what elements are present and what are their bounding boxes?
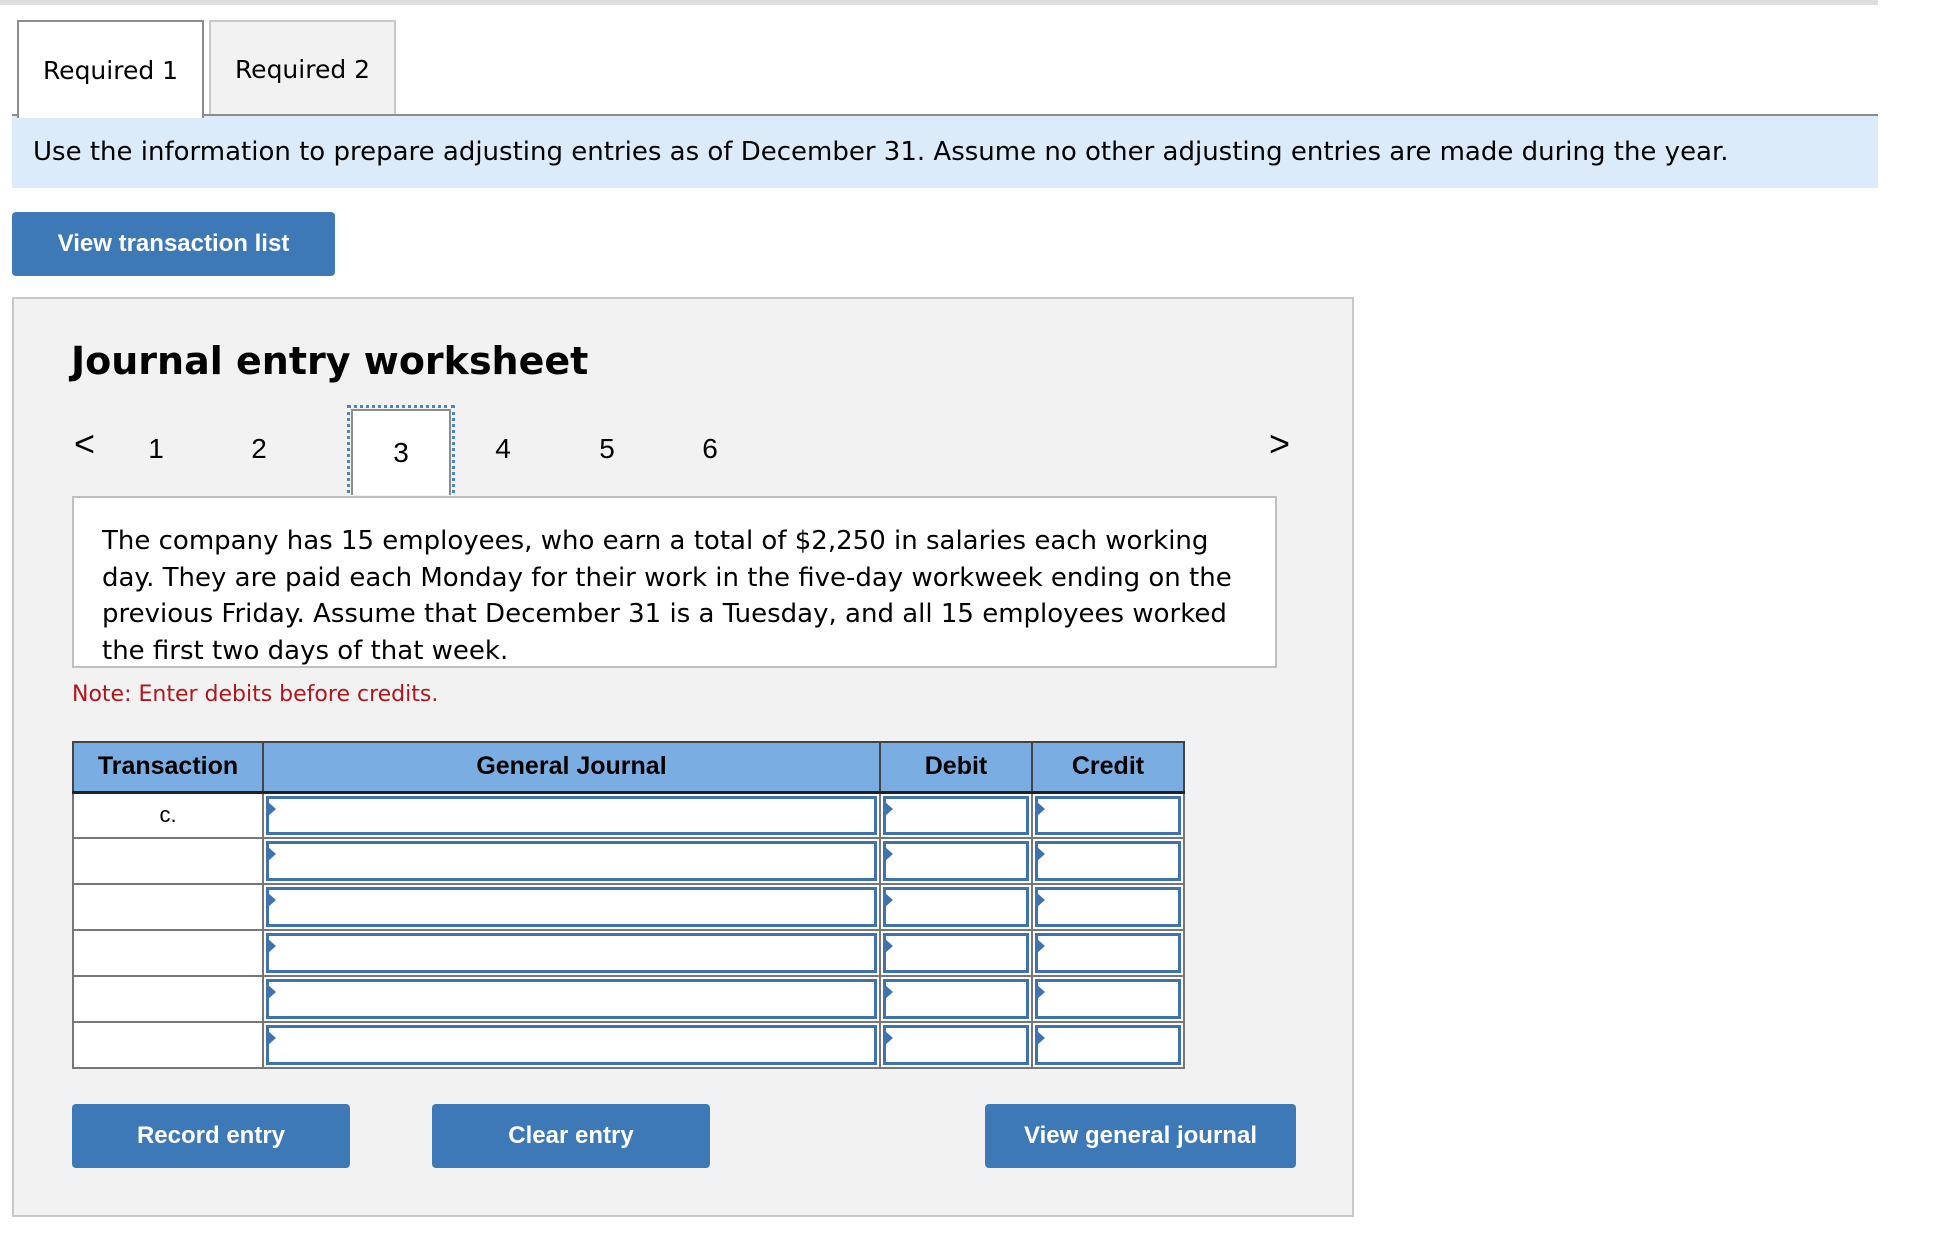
account-cell: [262, 837, 881, 885]
header-general-journal: General Journal: [262, 741, 881, 794]
chevron-left-icon[interactable]: <: [74, 423, 95, 465]
debit-input[interactable]: [883, 979, 1029, 1019]
account-cell: [262, 929, 881, 977]
instruction-banner: Use the information to prepare adjusting…: [12, 116, 1878, 188]
debit-cell: [879, 929, 1033, 977]
credit-input[interactable]: [1035, 887, 1181, 927]
credit-cell: [1031, 1021, 1185, 1069]
view-transaction-list-button[interactable]: View transaction list: [12, 212, 335, 276]
journal-entry-worksheet-panel: Journal entry worksheet < 1 2 3 4 5 6 > …: [12, 297, 1354, 1217]
account-input[interactable]: [266, 887, 877, 927]
view-general-journal-button[interactable]: View general journal: [985, 1104, 1296, 1168]
entry-pager: < 1 2 3 4 5 6 >: [14, 405, 1354, 499]
debit-input[interactable]: [883, 887, 1029, 927]
account-input[interactable]: [266, 795, 877, 835]
debit-input[interactable]: [883, 933, 1029, 973]
debit-input[interactable]: [883, 795, 1029, 835]
credit-input[interactable]: [1035, 841, 1181, 881]
debit-cell: [879, 1021, 1033, 1069]
account-cell: [262, 1021, 881, 1069]
debit-cell: [879, 837, 1033, 885]
credit-cell: [1031, 929, 1185, 977]
record-entry-button[interactable]: Record entry: [72, 1104, 350, 1168]
journal-row: [72, 975, 1185, 1023]
journal-row: c.: [72, 791, 1185, 839]
debit-cell: [879, 975, 1033, 1023]
account-input[interactable]: [266, 979, 877, 1019]
header-transaction: Transaction: [72, 741, 264, 794]
transaction-cell: [72, 837, 264, 885]
transaction-description: The company has 15 employees, who earn a…: [72, 496, 1277, 668]
account-input[interactable]: [266, 841, 877, 881]
credit-input[interactable]: [1035, 979, 1181, 1019]
credit-input[interactable]: [1035, 795, 1181, 835]
credit-cell: [1031, 883, 1185, 931]
transaction-cell: [72, 883, 264, 931]
pager-page-2[interactable]: 2: [209, 409, 309, 489]
account-input[interactable]: [266, 1025, 877, 1065]
clear-entry-button[interactable]: Clear entry: [432, 1104, 710, 1168]
account-cell: [262, 791, 881, 839]
journal-row: [72, 883, 1185, 931]
credit-input[interactable]: [1035, 933, 1181, 973]
journal-table: Transaction General Journal Debit Credit…: [72, 741, 1185, 1069]
credit-input[interactable]: [1035, 1025, 1181, 1065]
worksheet-title: Journal entry worksheet: [71, 339, 589, 383]
credit-cell: [1031, 791, 1185, 839]
transaction-cell: [72, 975, 264, 1023]
pager-page-4[interactable]: 4: [453, 409, 553, 489]
debit-input[interactable]: [883, 1025, 1029, 1065]
pager-page-6[interactable]: 6: [660, 409, 760, 489]
journal-row: [72, 1021, 1185, 1069]
chevron-right-icon[interactable]: >: [1269, 423, 1290, 465]
credit-cell: [1031, 975, 1185, 1023]
account-input[interactable]: [266, 933, 877, 973]
journal-row: [72, 929, 1185, 977]
debit-cell: [879, 791, 1033, 839]
tab-required-1[interactable]: Required 1: [17, 20, 204, 118]
transaction-cell: c.: [72, 791, 264, 839]
pager-page-3-current[interactable]: 3: [347, 405, 455, 499]
debit-cell: [879, 883, 1033, 931]
credit-cell: [1031, 837, 1185, 885]
journal-row: [72, 837, 1185, 885]
transaction-cell: [72, 1021, 264, 1069]
debit-input[interactable]: [883, 841, 1029, 881]
instruction-text: Use the information to prepare adjusting…: [33, 137, 1729, 167]
header-credit: Credit: [1031, 741, 1185, 794]
top-divider: [0, 0, 1878, 5]
transaction-cell: [72, 929, 264, 977]
account-cell: [262, 975, 881, 1023]
account-cell: [262, 883, 881, 931]
entry-note: Note: Enter debits before credits.: [72, 682, 439, 707]
transaction-description-text: The company has 15 employees, who earn a…: [102, 526, 1232, 666]
tab-required-2[interactable]: Required 2: [209, 20, 396, 116]
pager-page-1[interactable]: 1: [106, 409, 206, 489]
header-debit: Debit: [879, 741, 1033, 794]
pager-page-5[interactable]: 5: [557, 409, 657, 489]
journal-header-row: Transaction General Journal Debit Credit: [72, 741, 1185, 794]
